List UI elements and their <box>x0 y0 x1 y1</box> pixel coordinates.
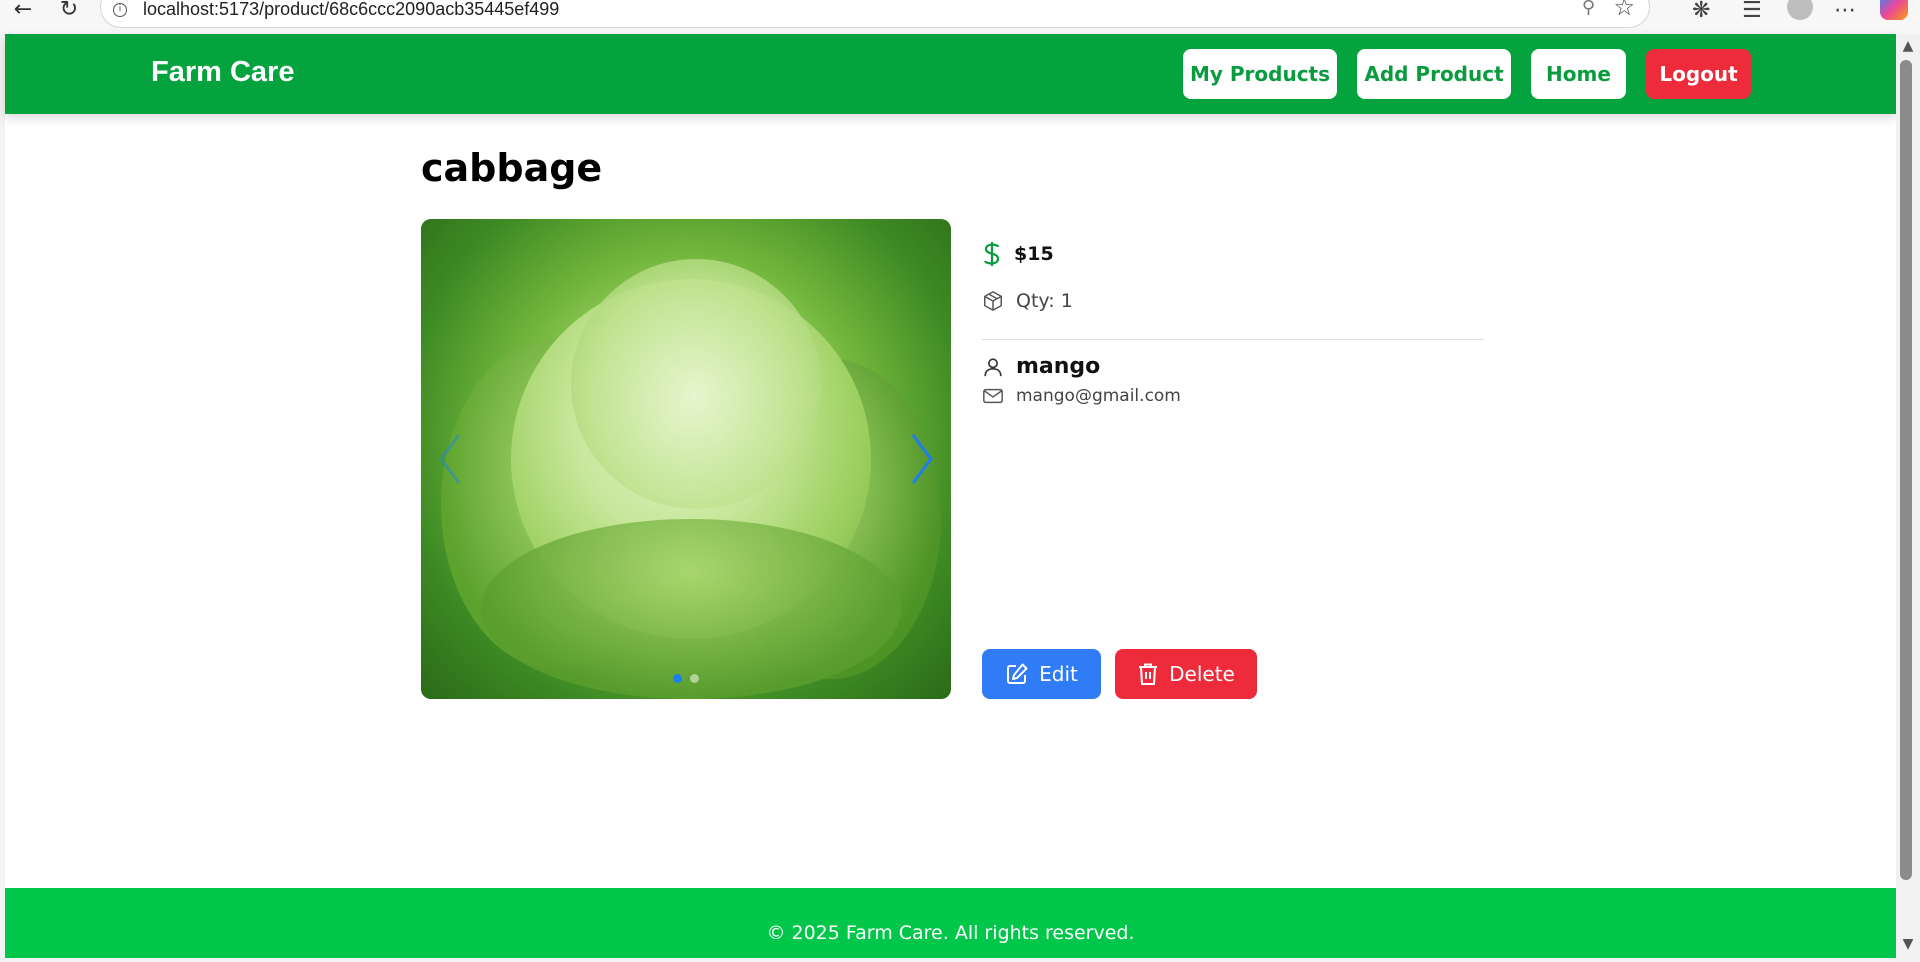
dollar-icon <box>983 242 1000 266</box>
scroll-down-icon[interactable]: ▼ <box>1898 936 1918 952</box>
product-image <box>421 219 951 699</box>
divider <box>982 339 1484 340</box>
star-icon[interactable]: ☆ <box>1613 0 1635 21</box>
price-row: $15 <box>982 240 1054 268</box>
mail-icon <box>983 388 1003 404</box>
profile-icon[interactable] <box>1787 0 1813 20</box>
my-products-button[interactable]: My Products <box>1183 49 1337 99</box>
user-icon <box>984 357 1002 376</box>
seller-email: mango@gmail.com <box>1016 386 1181 406</box>
browser-toolbar: ← ↻ i localhost:5173/product/68c6ccc2090… <box>0 0 1920 34</box>
scrollbar-thumb[interactable] <box>1900 60 1912 880</box>
trash-icon <box>1139 663 1158 685</box>
logout-button[interactable]: Logout <box>1646 49 1751 99</box>
delete-label: Delete <box>1169 662 1235 686</box>
chevron-right-icon[interactable] <box>907 429 937 489</box>
edit-label: Edit <box>1039 662 1078 686</box>
carousel-pagination <box>421 674 951 683</box>
reload-icon[interactable]: ↻ <box>56 0 82 23</box>
url-text[interactable]: localhost:5173/product/68c6ccc2090acb354… <box>143 0 559 20</box>
add-product-button[interactable]: Add Product <box>1357 49 1511 99</box>
favorites-icon[interactable]: ☰ <box>1742 0 1762 23</box>
chevron-left-icon[interactable] <box>435 429 465 489</box>
info-icon[interactable]: i <box>113 3 127 17</box>
back-icon[interactable]: ← <box>10 0 36 23</box>
box-icon <box>984 291 1002 311</box>
product-title: cabbage <box>421 146 603 190</box>
extensions-icon[interactable]: ❋ <box>1692 0 1710 23</box>
more-icon[interactable]: ⋯ <box>1834 0 1856 23</box>
key-icon[interactable]: ⚲ <box>1582 0 1595 18</box>
delete-button[interactable]: Delete <box>1115 649 1257 699</box>
quantity-row: Qty: 1 <box>982 290 1073 312</box>
seller-email-row: mango@gmail.com <box>982 386 1181 406</box>
product-image-carousel[interactable] <box>421 219 951 699</box>
carousel-dot[interactable] <box>673 674 682 683</box>
product-quantity: Qty: 1 <box>1016 290 1073 312</box>
address-bar[interactable]: i localhost:5173/product/68c6ccc2090acb3… <box>100 0 1650 28</box>
footer: © 2025 Farm Care. All rights reserved. <box>5 888 1896 958</box>
product-price: $15 <box>1014 243 1054 265</box>
brand-logo[interactable]: Farm Care <box>151 56 294 89</box>
edit-button[interactable]: Edit <box>982 649 1101 699</box>
seller-name: mango <box>1016 354 1101 379</box>
navbar: Farm Care My Products Add Product Home L… <box>5 34 1896 114</box>
copyright-text: © 2025 Farm Care. All rights reserved. <box>766 922 1135 944</box>
copilot-icon[interactable] <box>1880 0 1908 20</box>
edit-icon <box>1007 663 1028 684</box>
scroll-up-icon[interactable]: ▲ <box>1898 38 1918 54</box>
home-button[interactable]: Home <box>1531 49 1626 99</box>
seller-name-row: mango <box>982 354 1100 379</box>
page: Farm Care My Products Add Product Home L… <box>5 34 1896 958</box>
carousel-dot[interactable] <box>690 674 699 683</box>
